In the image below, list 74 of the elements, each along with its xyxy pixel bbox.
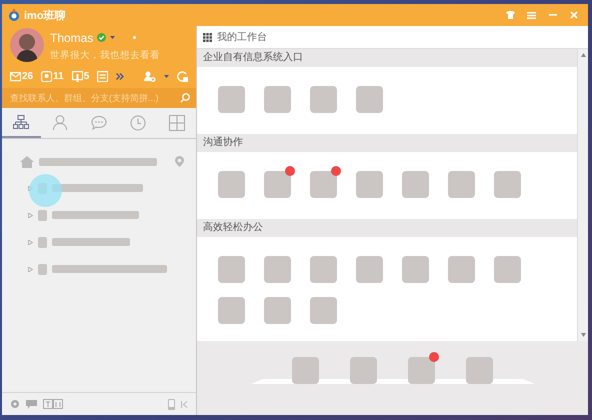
home-icon xyxy=(20,156,34,168)
keyboard-icon[interactable] xyxy=(43,399,63,409)
app-icon[interactable] xyxy=(218,256,245,283)
menu-icon[interactable] xyxy=(527,12,536,18)
app-icon[interactable] xyxy=(408,357,435,384)
collapsed-arrow-icon[interactable] xyxy=(28,212,33,218)
person-icon xyxy=(52,115,68,131)
app-icon[interactable] xyxy=(356,256,383,283)
app-icon[interactable] xyxy=(356,86,383,113)
placeholder-icon xyxy=(38,264,47,274)
app-icon[interactable] xyxy=(310,256,337,283)
scroll-down-icon[interactable] xyxy=(580,333,586,337)
app-icon[interactable] xyxy=(310,86,337,113)
app-icon[interactable] xyxy=(356,171,383,198)
app-logo-icon xyxy=(8,9,20,21)
add-contact-icon[interactable] xyxy=(144,70,156,82)
app-icon[interactable] xyxy=(218,297,245,324)
count: 5 xyxy=(84,70,90,82)
app-icon[interactable] xyxy=(292,357,319,384)
group-icon[interactable] xyxy=(41,70,52,82)
collapse-icon[interactable] xyxy=(181,400,188,408)
settings-icon[interactable] xyxy=(10,399,20,409)
location-pin-icon[interactable] xyxy=(175,156,184,168)
app-icon[interactable] xyxy=(466,357,493,384)
app-icon[interactable] xyxy=(402,256,429,283)
count: 26 xyxy=(22,70,34,82)
caret-icon[interactable] xyxy=(164,74,169,78)
grid-icon xyxy=(203,32,212,42)
app-icon[interactable] xyxy=(264,86,291,113)
section-title: 企业自有信息系统入口 xyxy=(197,49,577,67)
caret-icon[interactable] xyxy=(110,36,116,39)
scrollbar[interactable] xyxy=(577,49,588,341)
mail-icon[interactable] xyxy=(10,70,21,82)
org-chart-icon xyxy=(13,115,30,131)
message-icon[interactable] xyxy=(26,400,37,408)
refresh-icon[interactable] xyxy=(177,70,188,82)
app-icon[interactable] xyxy=(310,297,337,324)
grid-icon xyxy=(168,115,185,131)
app-icon[interactable] xyxy=(264,297,291,324)
phone-icon[interactable] xyxy=(168,398,175,410)
collapsed-arrow-icon[interactable] xyxy=(28,266,33,272)
avatar[interactable] xyxy=(10,28,44,62)
signature[interactable]: 世界很大，我也想去看看 xyxy=(50,48,160,62)
app-icon[interactable] xyxy=(448,256,475,283)
minimize-icon[interactable] xyxy=(548,14,556,16)
notice-icon[interactable] xyxy=(72,70,83,82)
app-icon[interactable] xyxy=(310,171,337,198)
note-icon[interactable] xyxy=(97,70,108,82)
app-icon[interactable] xyxy=(402,171,429,198)
app-icon[interactable] xyxy=(264,256,291,283)
chat-icon xyxy=(90,115,107,131)
app-icon[interactable] xyxy=(218,86,245,113)
placeholder-icon xyxy=(38,236,47,248)
collapsed-arrow-icon[interactable] xyxy=(28,240,33,244)
scroll-up-icon[interactable] xyxy=(580,53,586,57)
app-icon[interactable] xyxy=(264,171,291,198)
more-icon[interactable] xyxy=(116,72,124,80)
window-title: imo班聊 xyxy=(24,8,66,22)
close-icon[interactable] xyxy=(570,11,578,19)
placeholder-icon xyxy=(38,210,47,220)
user-name: Thomas xyxy=(50,30,94,44)
clock-icon xyxy=(130,115,146,131)
app-icon[interactable] xyxy=(350,357,377,384)
app-icon[interactable] xyxy=(494,256,521,283)
section-title: 沟通协作 xyxy=(197,134,577,152)
contact-search-field[interactable]: 查找联系人、群组、分支(支持简拼...) xyxy=(2,88,196,108)
app-icon[interactable] xyxy=(494,171,521,198)
app-icon[interactable] xyxy=(218,171,245,198)
count: 11 xyxy=(53,70,64,82)
search-icon xyxy=(180,93,190,103)
app-icon[interactable] xyxy=(448,171,475,198)
dot-icon xyxy=(133,36,136,39)
shirt-icon[interactable] xyxy=(506,11,515,19)
section-title: 高效轻松办公 xyxy=(197,219,577,237)
